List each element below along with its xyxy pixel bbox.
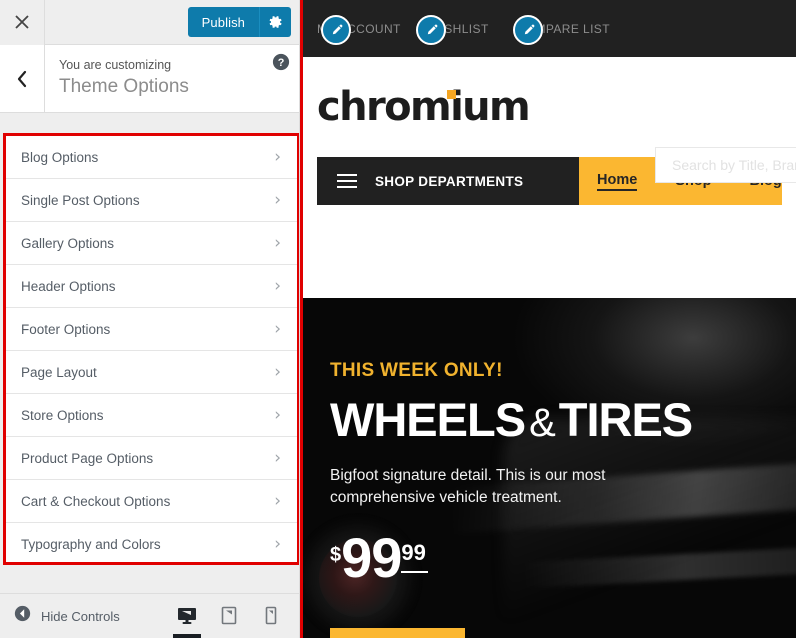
- chevron-right-icon: ›: [274, 490, 281, 511]
- page-title: Theme Options: [59, 76, 189, 98]
- shop-departments-button[interactable]: SHOP DEPARTMENTS: [317, 157, 579, 205]
- section-label: Cart & Checkout Options: [21, 493, 171, 509]
- sidebar-item-store-options[interactable]: Store Options ›: [6, 394, 297, 437]
- hero-price: $ 99 99: [330, 525, 692, 589]
- hero-description: Bigfoot signature detail. This is our mo…: [330, 467, 606, 507]
- section-label: Typography and Colors: [21, 537, 161, 552]
- section-label: Single Post Options: [21, 192, 140, 208]
- price-currency-symbol: $: [330, 543, 342, 566]
- chevron-right-icon: ›: [274, 534, 281, 554]
- sidebar-item-single-post-options[interactable]: Single Post Options ›: [6, 179, 297, 222]
- section-label: Header Options: [21, 278, 116, 294]
- collapse-arrow-icon: [14, 605, 31, 627]
- chevron-right-icon: ›: [274, 318, 281, 339]
- site-preview-frame: MY ACCOUNT WISHLIST COMPARE LIST chromiu…: [300, 0, 796, 638]
- publish-button[interactable]: Publish: [187, 7, 259, 37]
- sidebar-item-gallery-options[interactable]: Gallery Options ›: [6, 222, 297, 265]
- section-label: Footer Options: [21, 321, 111, 337]
- hamburger-menu-icon: [337, 174, 357, 188]
- hero-title-part1: WHEELS: [330, 393, 526, 446]
- site-preview-content: MY ACCOUNT WISHLIST COMPARE LIST chromiu…: [303, 0, 796, 638]
- chevron-right-icon: ›: [274, 146, 281, 167]
- site-utility-topbar: MY ACCOUNT WISHLIST COMPARE LIST: [303, 0, 796, 57]
- pencil-edit-icon[interactable]: [321, 15, 351, 45]
- hero-title-ampersand: &: [529, 401, 556, 445]
- site-logo-text: chromium: [317, 84, 531, 130]
- device-tablet-button[interactable]: [208, 594, 250, 638]
- customizer-footer-bar: Hide Controls: [0, 593, 299, 638]
- chevron-right-icon: ›: [274, 189, 281, 210]
- section-label: Store Options: [21, 407, 104, 423]
- site-header: chromium Search by Title, Bran: [303, 57, 796, 183]
- chevron-right-icon: ›: [274, 447, 281, 468]
- sidebar-item-typography-and-colors[interactable]: Typography and Colors ›: [6, 523, 297, 562]
- sidebar-item-footer-options[interactable]: Footer Options ›: [6, 308, 297, 351]
- hide-controls-label: Hide Controls: [41, 608, 120, 624]
- hero-banner: THIS WEEK ONLY! WHEELS &TIRES Bigfoot sig…: [303, 298, 796, 638]
- hide-controls-button[interactable]: Hide Controls: [0, 605, 120, 627]
- hero-title: WHEELS &TIRES: [330, 393, 693, 446]
- help-question-icon[interactable]: ?: [263, 45, 299, 112]
- hero-kicker: THIS WEEK ONLY!: [330, 360, 503, 381]
- theme-customizer-panel: Publish You are customizing Theme Option…: [0, 0, 300, 638]
- device-preview-switcher: [166, 594, 292, 638]
- chevron-right-icon: ›: [274, 404, 281, 425]
- price-cents: 99: [401, 539, 429, 573]
- search-input[interactable]: Search by Title, Bran: [655, 147, 796, 183]
- sidebar-item-header-options[interactable]: Header Options ›: [6, 265, 297, 308]
- customizer-header-text: You are customizing Theme Options: [45, 45, 263, 112]
- sidebar-item-product-page-options[interactable]: Product Page Options ›: [6, 437, 297, 480]
- section-label: Blog Options: [21, 149, 99, 165]
- chevron-right-icon: ›: [274, 275, 281, 296]
- hero-content: THIS WEEK ONLY! WHEELS &TIRES Bigfoot sig…: [330, 360, 693, 589]
- nav-item-home[interactable]: Home: [597, 172, 638, 191]
- customizer-topbar: Publish: [0, 0, 299, 45]
- device-mobile-button[interactable]: [250, 594, 292, 638]
- customizing-subtitle: You are customizing: [59, 57, 172, 72]
- gear-icon[interactable]: [259, 7, 291, 37]
- logo-dot-accent: [447, 90, 456, 99]
- price-whole: 99: [341, 525, 402, 589]
- pencil-edit-icon[interactable]: [513, 15, 543, 45]
- chevron-right-icon: ›: [274, 232, 281, 253]
- svg-text:?: ?: [278, 57, 285, 69]
- section-label: Product Page Options: [21, 450, 154, 466]
- sidebar-item-page-layout[interactable]: Page Layout ›: [6, 351, 297, 394]
- search-placeholder-text: Search by Title, Bran: [672, 157, 796, 173]
- publish-group: Publish: [187, 7, 291, 37]
- customizer-header: You are customizing Theme Options ?: [0, 45, 299, 113]
- device-desktop-button[interactable]: [166, 594, 208, 638]
- screenshot-root: Publish You are customizing Theme Option…: [0, 0, 796, 638]
- hero-cta-button[interactable]: [330, 628, 465, 638]
- chevron-left-icon[interactable]: [0, 45, 45, 112]
- sidebar-item-blog-options[interactable]: Blog Options ›: [6, 136, 297, 179]
- sections-highlight-box: Blog Options › Single Post Options › Gal…: [3, 133, 299, 565]
- hero-title-part2: TIRES: [558, 393, 693, 446]
- chevron-right-icon: ›: [274, 361, 281, 382]
- shop-departments-label: SHOP DEPARTMENTS: [375, 173, 524, 189]
- site-logo[interactable]: chromium: [317, 84, 531, 130]
- section-label: Gallery Options: [21, 235, 115, 251]
- section-label: Page Layout: [21, 364, 97, 380]
- close-x-icon[interactable]: [0, 0, 45, 45]
- customizer-sections-list: Blog Options › Single Post Options › Gal…: [6, 136, 297, 562]
- pencil-edit-icon[interactable]: [416, 15, 446, 45]
- sidebar-item-cart-checkout-options[interactable]: Cart & Checkout Options ›: [6, 480, 297, 523]
